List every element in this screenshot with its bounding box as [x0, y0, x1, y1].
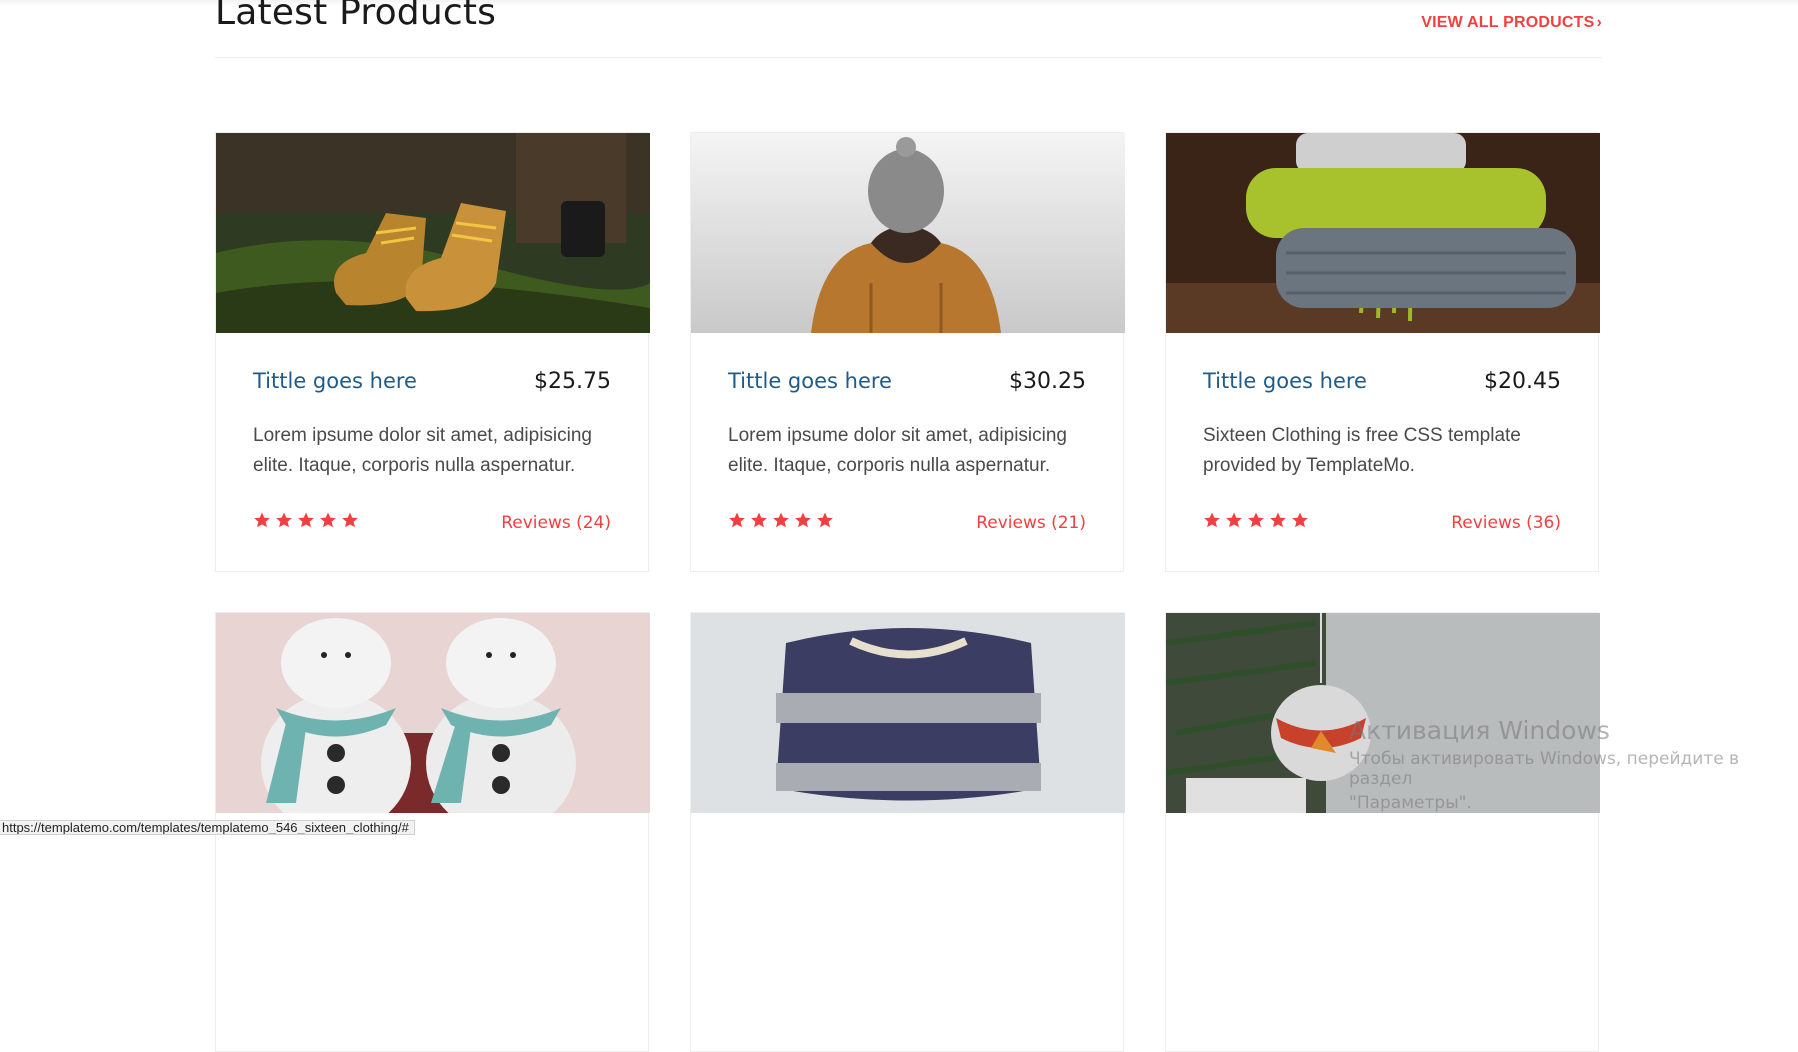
star-rating: [1203, 511, 1309, 529]
star-icon: [1204, 512, 1220, 528]
star-icon: [751, 512, 767, 528]
chevron-right-icon: ›: [1596, 14, 1602, 31]
product-title-link[interactable]: Tittle goes here: [728, 369, 892, 393]
star-icon: [1270, 512, 1286, 528]
product-title-link[interactable]: Tittle goes here: [1203, 369, 1367, 393]
product-image[interactable]: [691, 133, 1125, 333]
star-rating: [253, 511, 359, 529]
product-price: $30.25: [1009, 369, 1086, 394]
product-card: [690, 612, 1125, 1052]
star-icon: [817, 512, 833, 528]
star-icon: [320, 512, 336, 528]
star-icon: [1248, 512, 1264, 528]
star-icon: [1226, 512, 1242, 528]
view-all-label: VIEW ALL PRODUCTS: [1421, 14, 1595, 31]
view-all-products-link[interactable]: VIEW ALL PRODUCTS ›: [1421, 14, 1602, 32]
reviews-count: Reviews (24): [501, 513, 611, 533]
product-image[interactable]: [1166, 613, 1600, 813]
section-heading: Latest Products VIEW ALL PRODUCTS ›: [215, 0, 1602, 58]
product-card: [1165, 612, 1600, 1052]
star-icon: [276, 512, 292, 528]
star-rating: [728, 511, 834, 529]
reviews-count: Reviews (21): [976, 513, 1086, 533]
star-icon: [254, 512, 270, 528]
star-icon: [773, 512, 789, 528]
star-icon: [1292, 512, 1308, 528]
product-image[interactable]: [216, 613, 650, 813]
product-card: Tittle goes here $20.45 Sixteen Clothing…: [1165, 132, 1600, 572]
star-icon: [298, 512, 314, 528]
reviews-count: Reviews (36): [1451, 513, 1561, 533]
product-description: Lorem ipsume dolor sit amet, adipisicing…: [728, 425, 1067, 476]
star-icon: [729, 512, 745, 528]
section-title: Latest Products: [215, 0, 497, 33]
product-image[interactable]: [216, 133, 650, 333]
product-image[interactable]: [691, 613, 1125, 813]
product-description: Lorem ipsume dolor sit amet, adipisicing…: [253, 425, 592, 476]
product-description: Sixteen Clothing is free CSS template pr…: [1203, 425, 1521, 476]
status-bar-url: https://templatemo.com/templates/templat…: [0, 820, 415, 835]
star-icon: [342, 512, 358, 528]
star-icon: [795, 512, 811, 528]
product-price: $25.75: [534, 369, 611, 394]
product-card: Tittle goes here $30.25 Lorem ipsume dol…: [690, 132, 1125, 572]
product-image[interactable]: [1166, 133, 1600, 333]
product-title-link[interactable]: Tittle goes here: [253, 369, 417, 393]
product-card: Tittle goes here $25.75 Lorem ipsume dol…: [215, 132, 650, 572]
product-price: $20.45: [1484, 369, 1561, 394]
